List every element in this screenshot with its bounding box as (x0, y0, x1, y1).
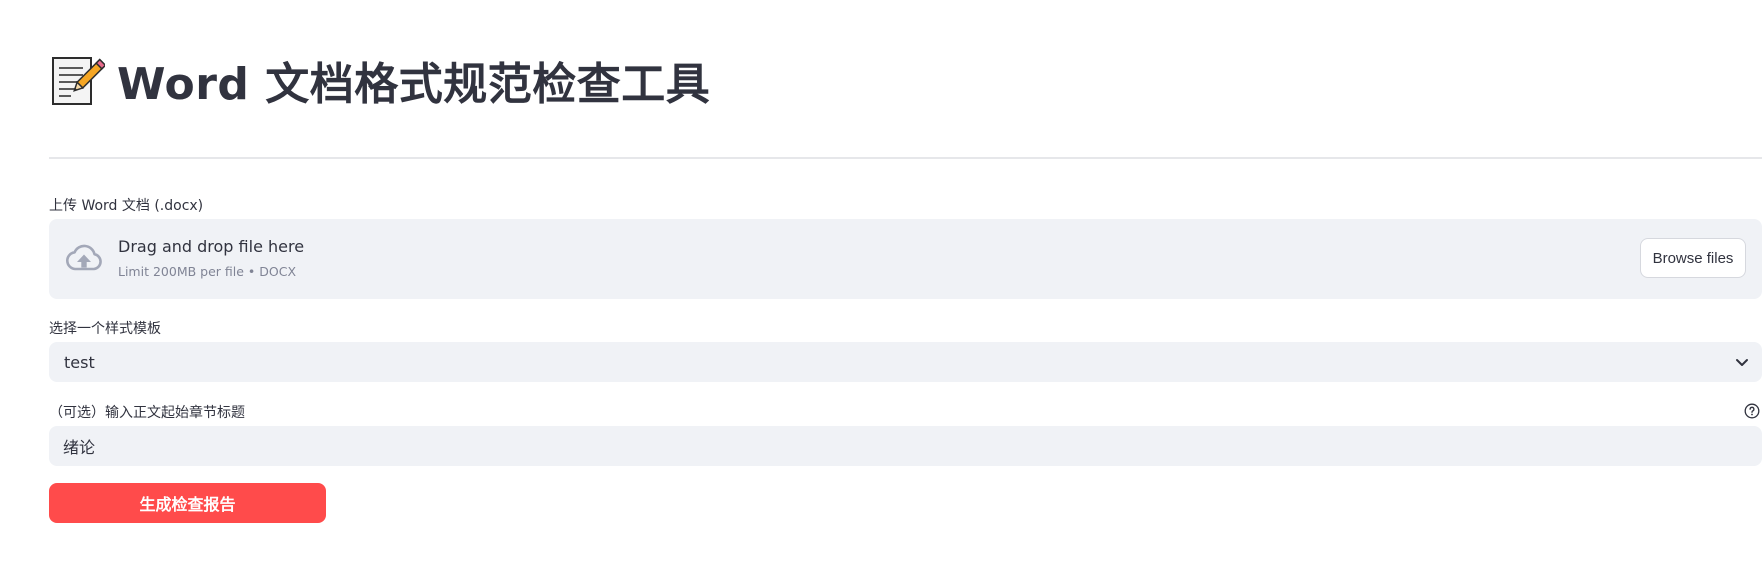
uploader-label: 上传 Word 文档 (.docx) (49, 198, 204, 214)
template-select-value: test (64, 352, 95, 372)
template-select[interactable]: test (49, 342, 1762, 382)
browse-files-button[interactable]: Browse files (1640, 238, 1746, 278)
dropzone-limit: Limit 200MB per file • DOCX (118, 264, 297, 279)
page-title: Word 文档格式规范检查工具 (49, 48, 710, 112)
memo-pencil-icon (52, 57, 105, 105)
chapter-input-label: （可选）输入正文起始章节标题 (49, 405, 245, 421)
file-dropzone[interactable]: Drag and drop file here Limit 200MB per … (49, 219, 1762, 299)
cloud-upload-icon (66, 244, 102, 271)
app-page: Word 文档格式规范检查工具 上传 Word 文档 (.docx) Drag … (0, 0, 1762, 566)
question-circle-icon[interactable] (1744, 403, 1760, 419)
dropzone-title: Drag and drop file here (118, 237, 305, 256)
page-title-text: Word 文档格式规范检查工具 (117, 59, 711, 110)
template-select-label: 选择一个样式模板 (49, 321, 161, 337)
chevron-down-icon (1736, 359, 1748, 366)
chapter-title-input[interactable] (49, 426, 1762, 466)
generate-report-button[interactable]: 生成检查报告 (49, 483, 326, 523)
header-divider (49, 157, 1762, 159)
